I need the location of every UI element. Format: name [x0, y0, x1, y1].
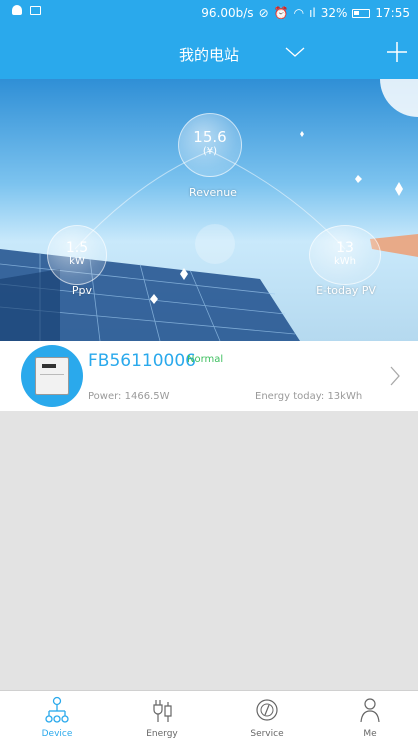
tab-energy[interactable]: Energy — [110, 691, 214, 740]
overview-banner: 15.6 (¥) Revenue 1.5 kW Ppv 13 kWh E-tod… — [0, 79, 418, 341]
chevron-down-icon[interactable] — [284, 44, 306, 60]
image-notification-icon — [30, 5, 41, 15]
etoday-unit: kWh — [333, 256, 357, 267]
inverter-avatar — [21, 345, 83, 407]
etoday-label: E-today PV — [316, 284, 376, 297]
device-energy-today: Energy today: 13kWh — [255, 391, 363, 402]
ppv-unit: kW — [69, 256, 85, 267]
alarm-icon: ⏰ — [273, 6, 289, 20]
tab-service[interactable]: Service — [215, 691, 319, 740]
battery-percent: 32% — [320, 6, 348, 20]
device-list-item[interactable]: FB56110006 Normal Power: 1466.5W Energy … — [0, 341, 418, 411]
tab-energy-label: Energy — [146, 729, 178, 739]
inverter-icon — [35, 357, 69, 395]
clock-time: 17:55 — [375, 6, 410, 20]
tab-me-label: Me — [363, 729, 377, 739]
device-name: FB56110006 — [88, 351, 196, 371]
tab-device-label: Device — [41, 729, 73, 739]
revenue-bubble[interactable]: 15.6 (¥) — [178, 113, 242, 177]
device-power: Power: 1466.5W — [88, 391, 170, 402]
etoday-bubble[interactable]: 13 kWh — [309, 225, 381, 285]
service-compass-icon — [256, 699, 278, 721]
page-title[interactable]: 我的电站 — [0, 44, 418, 65]
person-icon — [360, 698, 380, 723]
nav-bar: 我的电站 — [0, 26, 418, 79]
revenue-unit: (¥) — [202, 146, 218, 157]
bottom-tab-bar: Device Energy Service Me — [0, 690, 418, 740]
tab-service-label: Service — [250, 729, 284, 739]
ppv-label: Ppv — [71, 284, 93, 297]
status-bar: 96.00b/s ⊘ ⏰ ◠ ıl 32% 17:55 — [0, 0, 418, 26]
network-speed: 96.00b/s — [201, 6, 254, 20]
energy-plug-icon — [153, 700, 172, 722]
battery-icon — [352, 8, 371, 18]
notification-icon — [12, 5, 22, 15]
chevron-right-icon — [390, 366, 400, 386]
plus-icon[interactable] — [385, 40, 409, 64]
etoday-value: 13 — [336, 240, 354, 256]
revenue-value: 15.6 — [193, 128, 227, 146]
mute-icon: ⊘ — [258, 6, 269, 20]
revenue-label: Revenue — [189, 186, 237, 199]
device-network-icon — [45, 696, 69, 723]
ppv-value: 1.5 — [65, 240, 89, 256]
tab-device[interactable]: Device — [5, 691, 109, 740]
tab-me[interactable]: Me — [318, 691, 418, 740]
status-badge: Normal — [187, 354, 224, 365]
signal-icon: ıl — [309, 6, 316, 20]
wifi-icon: ◠ — [293, 6, 305, 20]
ppv-bubble[interactable]: 1.5 kW — [47, 225, 107, 285]
